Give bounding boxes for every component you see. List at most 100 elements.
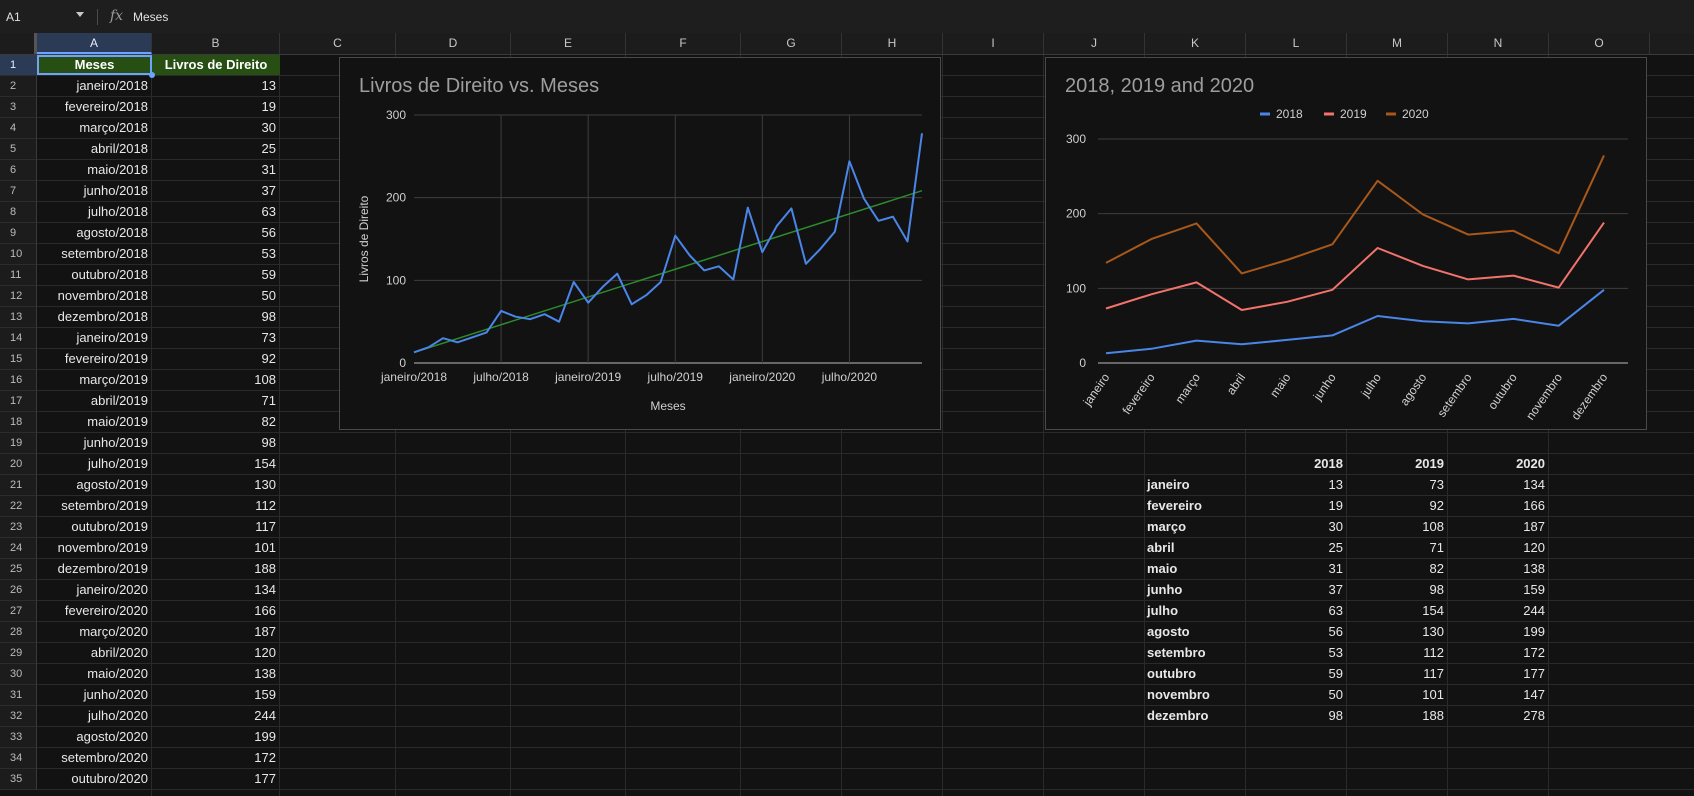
cell-month[interactable]: fevereiro/2018 (39, 97, 148, 117)
cell-livros-value[interactable]: 101 (154, 538, 276, 558)
cell-month[interactable]: janeiro/2019 (39, 328, 148, 348)
row-header-6[interactable]: 6 (0, 160, 37, 181)
summary-month[interactable]: agosto (1147, 622, 1242, 642)
name-box[interactable]: A1 (6, 10, 21, 24)
cell-livros-value[interactable]: 59 (154, 265, 276, 285)
row-header-28[interactable]: 28 (0, 622, 37, 643)
cell-month[interactable]: julho/2018 (39, 202, 148, 222)
row-header-8[interactable]: 8 (0, 202, 37, 223)
cell-livros-value[interactable]: 120 (154, 643, 276, 663)
row-header-13[interactable]: 13 (0, 307, 37, 328)
chart-livros-vs-meses[interactable]: Livros de Direito vs. Meses 0 100 200 300 jan… (339, 57, 941, 430)
row-header-34[interactable]: 34 (0, 748, 37, 769)
summary-header-2018[interactable]: 2018 (1248, 454, 1343, 474)
column-header-h[interactable]: H (842, 33, 943, 54)
cell-month[interactable]: fevereiro/2019 (39, 349, 148, 369)
cell-livros-value[interactable]: 130 (154, 475, 276, 495)
column-header-n[interactable]: N (1448, 33, 1549, 54)
cell-month[interactable]: setembro/2019 (39, 496, 148, 516)
summary-value-2019[interactable]: 73 (1349, 475, 1444, 495)
summary-value-2018[interactable]: 59 (1248, 664, 1343, 684)
cell-livros-value[interactable]: 71 (154, 391, 276, 411)
summary-month[interactable]: março (1147, 517, 1242, 537)
row-header-22[interactable]: 22 (0, 496, 37, 517)
row-header-3[interactable]: 3 (0, 97, 37, 118)
row-header-19[interactable]: 19 (0, 433, 37, 454)
cell-livros-value[interactable]: 73 (154, 328, 276, 348)
summary-value-2020[interactable]: 134 (1450, 475, 1545, 495)
row-header-10[interactable]: 10 (0, 244, 37, 265)
summary-value-2020[interactable]: 138 (1450, 559, 1545, 579)
summary-header-2019[interactable]: 2019 (1349, 454, 1444, 474)
row-header-4[interactable]: 4 (0, 118, 37, 139)
summary-value-2018[interactable]: 56 (1248, 622, 1343, 642)
column-header-m[interactable]: M (1347, 33, 1448, 54)
summary-month[interactable]: outubro (1147, 664, 1242, 684)
row-header-27[interactable]: 27 (0, 601, 37, 622)
summary-value-2018[interactable]: 25 (1248, 538, 1343, 558)
summary-value-2018[interactable]: 98 (1248, 706, 1343, 726)
cell-livros-value[interactable]: 25 (154, 139, 276, 159)
cell-livros-value[interactable]: 159 (154, 685, 276, 705)
summary-month[interactable]: julho (1147, 601, 1242, 621)
cell-month[interactable]: setembro/2020 (39, 748, 148, 768)
cell-month[interactable]: maio/2020 (39, 664, 148, 684)
summary-value-2019[interactable]: 188 (1349, 706, 1444, 726)
cell-month[interactable]: julho/2020 (39, 706, 148, 726)
row-header-7[interactable]: 7 (0, 181, 37, 202)
cell-month[interactable]: outubro/2019 (39, 517, 148, 537)
summary-value-2019[interactable]: 101 (1349, 685, 1444, 705)
cell-month[interactable]: junho/2018 (39, 181, 148, 201)
row-header-24[interactable]: 24 (0, 538, 37, 559)
cell-month[interactable]: abril/2018 (39, 139, 148, 159)
column-header-d[interactable]: D (396, 33, 511, 54)
summary-value-2018[interactable]: 30 (1248, 517, 1343, 537)
column-header-i[interactable]: I (943, 33, 1044, 54)
cell-livros-value[interactable]: 199 (154, 727, 276, 747)
cell-livros-value[interactable]: 112 (154, 496, 276, 516)
summary-value-2020[interactable]: 120 (1450, 538, 1545, 558)
row-header-9[interactable]: 9 (0, 223, 37, 244)
summary-value-2018[interactable]: 50 (1248, 685, 1343, 705)
column-header-a[interactable]: A (37, 33, 152, 54)
column-header-b[interactable]: B (152, 33, 280, 54)
summary-value-2018[interactable]: 53 (1248, 643, 1343, 663)
cell-month[interactable]: março/2018 (39, 118, 148, 138)
cell-livros-value[interactable]: 31 (154, 160, 276, 180)
cell-month[interactable]: agosto/2020 (39, 727, 148, 747)
cell-livros-value[interactable]: 117 (154, 517, 276, 537)
cell-livros-value[interactable]: 244 (154, 706, 276, 726)
formula-input[interactable]: Meses (133, 10, 168, 24)
summary-value-2019[interactable]: 108 (1349, 517, 1444, 537)
row-header-16[interactable]: 16 (0, 370, 37, 391)
row-header-30[interactable]: 30 (0, 664, 37, 685)
summary-value-2019[interactable]: 117 (1349, 664, 1444, 684)
summary-header-2020[interactable]: 2020 (1450, 454, 1545, 474)
summary-value-2020[interactable]: 244 (1450, 601, 1545, 621)
summary-value-2018[interactable]: 37 (1248, 580, 1343, 600)
cell-month[interactable]: outubro/2020 (39, 769, 148, 789)
summary-value-2019[interactable]: 154 (1349, 601, 1444, 621)
summary-month[interactable]: junho (1147, 580, 1242, 600)
cell-month[interactable]: outubro/2018 (39, 265, 148, 285)
column-header-j[interactable]: J (1044, 33, 1145, 54)
summary-value-2020[interactable]: 147 (1450, 685, 1545, 705)
cell-livros-value[interactable]: 188 (154, 559, 276, 579)
cell-month[interactable]: janeiro/2018 (39, 76, 148, 96)
cell-month[interactable]: agosto/2018 (39, 223, 148, 243)
row-header-26[interactable]: 26 (0, 580, 37, 601)
cell-month[interactable]: fevereiro/2020 (39, 601, 148, 621)
summary-value-2018[interactable]: 31 (1248, 559, 1343, 579)
cell-livros-value[interactable]: 98 (154, 307, 276, 327)
summary-month[interactable]: maio (1147, 559, 1242, 579)
summary-month[interactable]: novembro (1147, 685, 1242, 705)
cell-month[interactable]: agosto/2019 (39, 475, 148, 495)
cell-livros-value[interactable]: 63 (154, 202, 276, 222)
row-header-15[interactable]: 15 (0, 349, 37, 370)
cell-month[interactable]: maio/2018 (39, 160, 148, 180)
row-header-12[interactable]: 12 (0, 286, 37, 307)
row-header-14[interactable]: 14 (0, 328, 37, 349)
cell-month[interactable]: junho/2019 (39, 433, 148, 453)
row-header-32[interactable]: 32 (0, 706, 37, 727)
cell-livros-value[interactable]: 98 (154, 433, 276, 453)
